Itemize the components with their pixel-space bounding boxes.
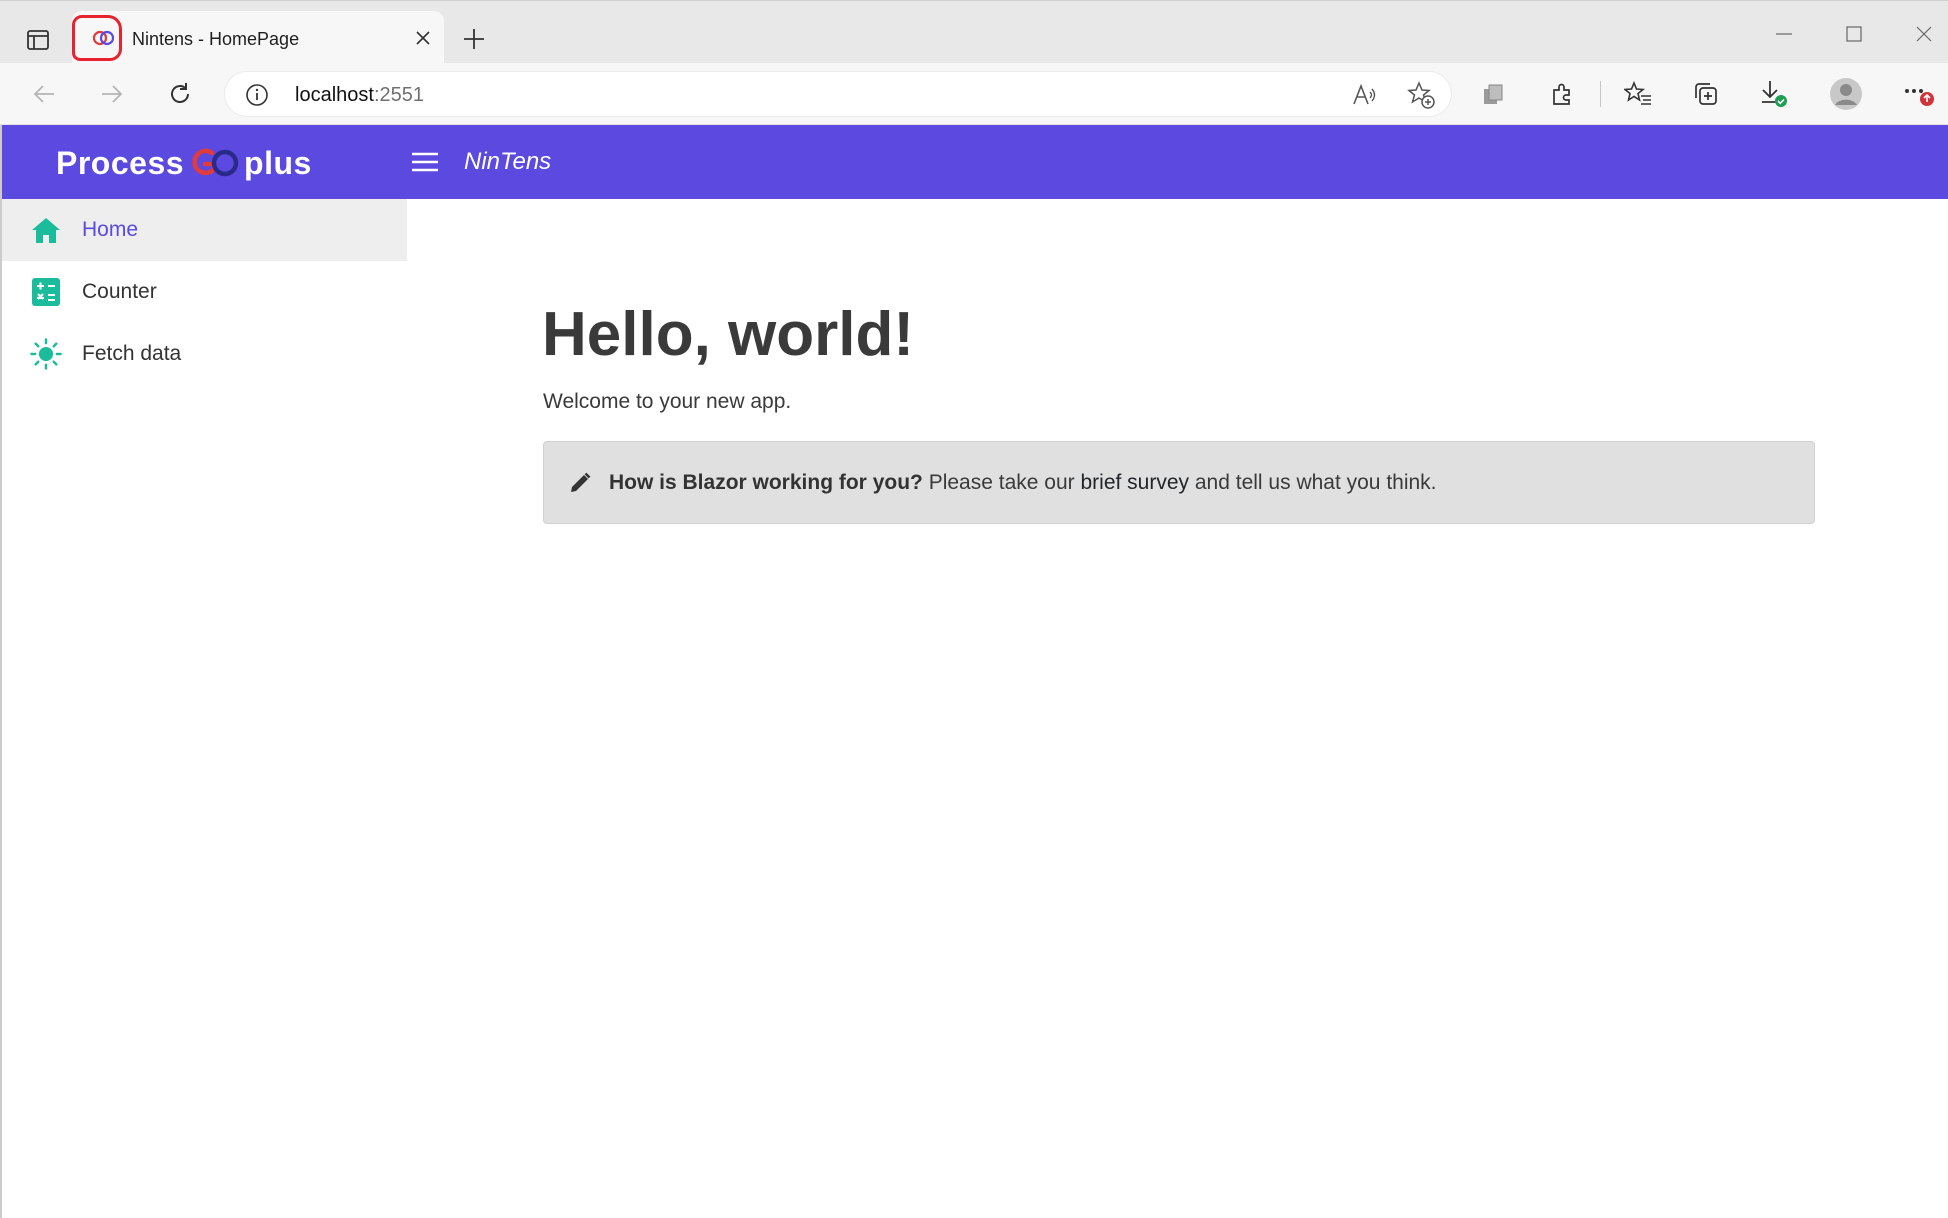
add-favorite-button[interactable] (1405, 79, 1437, 111)
survey-prompt: How is Blazor working for you? Please ta… (543, 441, 1815, 524)
browser-toolbar: localhost:2551 (0, 63, 1948, 125)
sidebar-item-fetch-data[interactable]: Fetch data (2, 323, 407, 385)
sun-icon (30, 338, 62, 370)
sidebar-item-label: Fetch data (82, 342, 182, 365)
forward-button[interactable] (94, 76, 130, 112)
favorites-icon (1624, 81, 1651, 105)
app-header: Process plus NinTens (2, 125, 1948, 199)
window-close-button[interactable] (1904, 19, 1944, 49)
page-title: Hello, world! (542, 300, 914, 369)
download-icon (1762, 81, 1787, 107)
url-text[interactable]: localhost:2551 (295, 84, 424, 107)
downloads-button[interactable] (1756, 76, 1792, 112)
star-add-icon (1407, 81, 1435, 109)
pencil-icon (566, 469, 594, 497)
sidebar-item-label: Home (82, 218, 139, 241)
tab-actions-button[interactable] (20, 25, 56, 55)
url-port: :2551 (373, 84, 424, 106)
logo-text-right: plus (244, 144, 312, 181)
maximize-icon (1846, 26, 1862, 42)
app-title: NinTens (464, 148, 552, 175)
puzzle-icon (1553, 83, 1570, 105)
info-icon[interactable] (245, 83, 269, 107)
tab-close-button[interactable] (412, 27, 434, 49)
settings-menu-button[interactable] (1900, 76, 1936, 112)
close-icon (416, 31, 430, 45)
brand-logo[interactable]: Process plus (56, 143, 312, 183)
collections-button[interactable] (1688, 76, 1724, 112)
address-bar[interactable]: localhost:2551 (224, 71, 1452, 117)
tab-title: Nintens - HomePage (132, 29, 300, 49)
maximize-button[interactable] (1834, 19, 1874, 49)
read-aloud-icon (1353, 84, 1376, 105)
browser-window: Nintens - HomePage localhost:2551 Proces… (0, 0, 1948, 1218)
go-logo-icon (192, 148, 239, 177)
sidebar-item-counter[interactable]: Counter (2, 261, 407, 323)
extensions-button[interactable] (1544, 76, 1580, 112)
tab-actions-icon (27, 30, 49, 50)
survey-suffix: and tell us what you think. (1194, 471, 1437, 494)
extension-stack-button[interactable] (1476, 76, 1512, 112)
favicon-icon (92, 30, 115, 46)
close-icon (1916, 26, 1932, 42)
refresh-icon (171, 83, 189, 103)
back-button[interactable] (26, 76, 62, 112)
new-tab-button[interactable] (458, 23, 490, 55)
refresh-button[interactable] (162, 76, 198, 112)
survey-prefix: Please take our (928, 471, 1075, 494)
active-tab[interactable]: Nintens - HomePage (72, 11, 444, 64)
survey-question: How is Blazor working for you? (609, 471, 923, 494)
minimize-button[interactable] (1764, 19, 1804, 49)
survey-text: How is Blazor working for you? Please ta… (609, 471, 1437, 495)
menu-toggle-button[interactable] (408, 147, 442, 177)
app-viewport: Process plus NinTens Home Counter Fetch … (0, 125, 1948, 1218)
plus-icon (464, 29, 484, 49)
more-icon (1905, 89, 1934, 106)
toolbar-separator (1600, 81, 1601, 107)
sidebar: Home Counter Fetch data (2, 199, 407, 1218)
welcome-text: Welcome to your new app. (543, 390, 792, 413)
sidebar-item-label: Counter (82, 280, 157, 303)
calculator-icon (30, 276, 62, 308)
hamburger-icon (412, 152, 438, 172)
collections-icon (1695, 83, 1717, 105)
extensions-stack-icon (1484, 84, 1503, 104)
arrow-left-icon (33, 85, 54, 103)
home-icon (30, 214, 62, 246)
tab-strip: Nintens - HomePage (0, 0, 1948, 64)
profile-button[interactable] (1828, 76, 1864, 112)
avatar-icon (1830, 78, 1862, 110)
url-host: localhost (295, 84, 374, 106)
minimize-icon (1776, 33, 1792, 35)
arrow-right-icon (102, 85, 123, 103)
favorites-button[interactable] (1620, 76, 1656, 112)
survey-link[interactable]: brief survey (1080, 471, 1189, 494)
sidebar-item-home[interactable]: Home (2, 199, 407, 261)
logo-text-left: Process (56, 144, 185, 181)
read-aloud-button[interactable] (1349, 79, 1381, 111)
